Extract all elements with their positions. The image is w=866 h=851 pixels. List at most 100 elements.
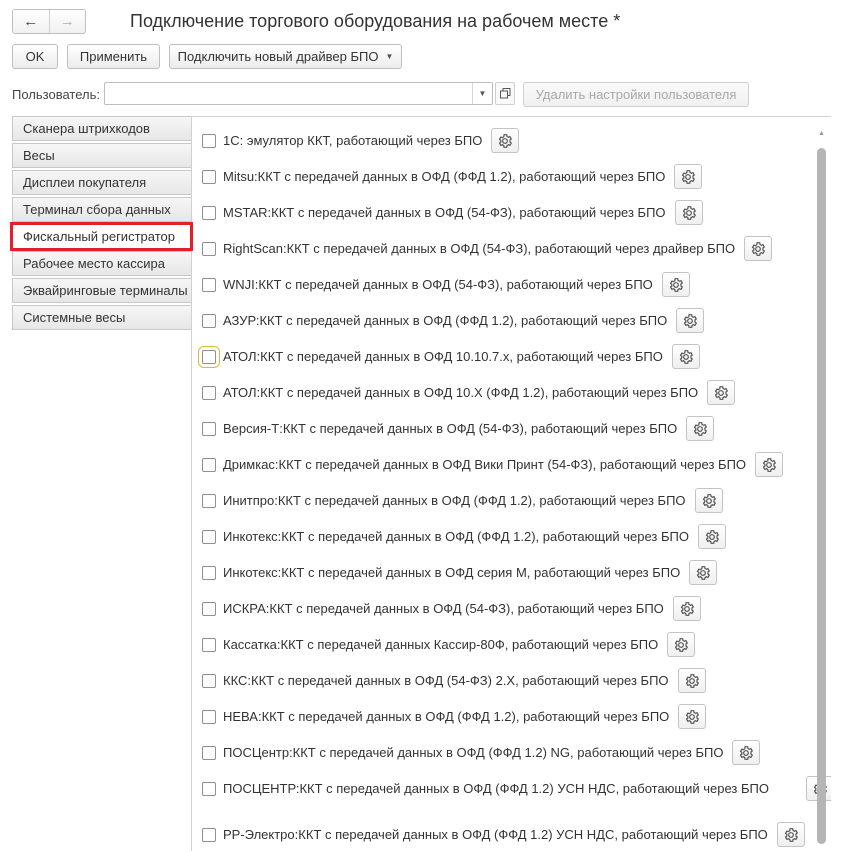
tab-item[interactable]: Эквайринговые терминалы — [12, 278, 191, 303]
driver-label[interactable]: Дримкас:ККТ с передачей данных в ОФД Вик… — [223, 457, 746, 473]
driver-label[interactable]: ПОСЦЕНТР:ККТ с передачей данных в ОФД (Ф… — [223, 781, 783, 797]
driver-label[interactable]: Инкотекс:ККТ с передачей данных в ОФД (Ф… — [223, 529, 689, 545]
driver-checkbox[interactable] — [198, 346, 220, 368]
driver-label[interactable]: АТОЛ:ККТ с передачей данных в ОФД 10.10.… — [223, 349, 663, 365]
driver-checkbox[interactable] — [202, 674, 216, 688]
driver-checkbox[interactable] — [202, 314, 216, 328]
gear-icon — [497, 133, 513, 149]
tab-item[interactable]: Сканера штрихкодов — [12, 116, 191, 141]
driver-checkbox[interactable] — [202, 386, 216, 400]
page-title: Подключение торгового оборудования на ра… — [130, 11, 621, 31]
tab-item[interactable]: Весы — [12, 143, 191, 168]
driver-settings-button[interactable] — [674, 200, 703, 225]
driver-checkbox[interactable] — [202, 566, 216, 580]
driver-label[interactable]: НЕВА:ККТ с передачей данных в ОФД (ФФД 1… — [223, 709, 669, 725]
gear-icon — [783, 827, 799, 843]
tab-item[interactable]: Фискальный регистратор — [10, 222, 193, 251]
list-item: Инкотекс:ККТ с передачей данных в ОФД се… — [202, 560, 718, 585]
tab-item[interactable]: Терминал сбора данных — [12, 197, 191, 222]
gear-icon — [684, 673, 700, 689]
driver-settings-button[interactable] — [676, 308, 705, 333]
list-item: WNJI:ККТ с передачей данных в ОФД (54-ФЗ… — [202, 272, 690, 297]
driver-label[interactable]: ККС:ККТ с передачей данных в ОФД (54-ФЗ)… — [223, 673, 669, 689]
connect-new-driver-button[interactable]: Подключить новый драйвер БПО ▼ — [169, 44, 402, 69]
driver-checkbox[interactable] — [202, 602, 216, 616]
user-dropdown-button[interactable]: ▼ — [472, 83, 492, 104]
driver-settings-button[interactable] — [671, 344, 700, 369]
connect-new-driver-label: Подключить новый драйвер БПО — [177, 49, 379, 64]
driver-settings-button[interactable] — [732, 740, 761, 765]
driver-checkbox[interactable] — [202, 458, 216, 472]
tab-item[interactable]: Системные весы — [12, 305, 191, 330]
list-item: 1С: эмулятор ККТ, работающий через БПО — [202, 128, 520, 153]
delete-user-settings-button[interactable]: Удалить настройки пользователя — [523, 82, 749, 107]
driver-label[interactable]: WNJI:ККТ с передачей данных в ОФД (54-ФЗ… — [223, 277, 653, 293]
chevron-down-icon: ▼ — [478, 89, 487, 98]
user-label: Пользователь: — [12, 87, 100, 102]
driver-checkbox[interactable] — [202, 422, 216, 436]
driver-settings-button[interactable] — [674, 164, 703, 189]
driver-checkbox[interactable] — [202, 638, 216, 652]
driver-settings-button[interactable] — [686, 416, 715, 441]
tab-item[interactable]: Дисплеи покупателя — [12, 170, 191, 195]
driver-settings-button[interactable] — [491, 128, 520, 153]
driver-label[interactable]: ПОСЦентр:ККТ с передачей данных в ОФД (Ф… — [223, 745, 723, 761]
apply-button[interactable]: Применить — [67, 44, 160, 69]
driver-label[interactable]: Версия-Т:ККТ с передачей данных в ОФД (5… — [223, 421, 677, 437]
driver-settings-button[interactable] — [694, 488, 723, 513]
driver-checkbox[interactable] — [202, 170, 216, 184]
driver-settings-button[interactable] — [744, 236, 773, 261]
list-item: Кассатка:ККТ с передачей данных Кассир-8… — [202, 632, 696, 657]
list-item: ПОСЦентр:ККТ с передачей данных в ОФД (Ф… — [202, 740, 761, 765]
driver-settings-button[interactable] — [661, 272, 690, 297]
driver-checkbox[interactable] — [202, 710, 216, 724]
back-button[interactable]: ← — [13, 10, 50, 33]
driver-label[interactable]: Mitsu:ККТ с передачей данных в ОФД (ФФД … — [223, 169, 665, 185]
driver-checkbox[interactable] — [202, 494, 216, 508]
list-item: ККС:ККТ с передачей данных в ОФД (54-ФЗ)… — [202, 668, 706, 693]
driver-checkbox[interactable] — [202, 206, 216, 220]
driver-label[interactable]: PP-Электро:ККТ с передачей данных в ОФД … — [223, 827, 768, 843]
driver-label[interactable]: АЗУР:ККТ с передачей данных в ОФД (ФФД 1… — [223, 313, 667, 329]
forward-button[interactable]: → — [50, 10, 86, 33]
driver-settings-button[interactable] — [697, 524, 726, 549]
tab-item[interactable]: Рабочее место кассира — [12, 251, 191, 276]
equipment-type-tabs: Сканера штрихкодов Весы Дисплеи покупателя… — [10, 116, 193, 332]
gear-icon — [761, 457, 777, 473]
driver-settings-button[interactable] — [667, 632, 696, 657]
driver-label[interactable]: ИСКРА:ККТ с передачей данных в ОФД (54-Ф… — [223, 601, 664, 617]
driver-checkbox[interactable] — [202, 828, 216, 842]
list-item: Mitsu:ККТ с передачей данных в ОФД (ФФД … — [202, 164, 703, 189]
driver-label[interactable]: RightScan:ККТ с передачей данных в ОФД (… — [223, 241, 735, 257]
driver-settings-button[interactable] — [672, 596, 701, 621]
gear-icon — [678, 349, 694, 365]
gear-icon — [750, 241, 766, 257]
ok-button[interactable]: OK — [12, 44, 58, 69]
list-item: Версия-Т:ККТ с передачей данных в ОФД (5… — [202, 416, 715, 441]
driver-settings-button[interactable] — [755, 452, 784, 477]
driver-checkbox[interactable] — [202, 242, 216, 256]
list-item: MSTAR:ККТ с передачей данных в ОФД (54-Ф… — [202, 200, 703, 225]
scroll-up-icon[interactable]: ▲ — [817, 130, 826, 137]
driver-settings-button[interactable] — [678, 704, 707, 729]
driver-list: 1С: эмулятор ККТ, работающий через БПО Mi… — [191, 116, 831, 851]
user-open-button[interactable] — [495, 82, 515, 105]
vertical-scrollbar[interactable]: ▲ — [817, 130, 826, 851]
driver-checkbox[interactable] — [202, 746, 216, 760]
driver-label[interactable]: MSTAR:ККТ с передачей данных в ОФД (54-Ф… — [223, 205, 666, 221]
driver-checkbox[interactable] — [202, 782, 216, 796]
driver-checkbox[interactable] — [202, 278, 216, 292]
driver-label[interactable]: 1С: эмулятор ККТ, работающий через БПО — [223, 133, 482, 149]
driver-checkbox[interactable] — [202, 530, 216, 544]
driver-label[interactable]: Инитпро:ККТ с передачей данных в ОФД (ФФ… — [223, 493, 686, 509]
driver-label[interactable]: Инкотекс:ККТ с передачей данных в ОФД се… — [223, 565, 680, 581]
driver-label[interactable]: Кассатка:ККТ с передачей данных Кассир-8… — [223, 637, 658, 653]
driver-settings-button[interactable] — [677, 668, 706, 693]
driver-settings-button[interactable] — [707, 380, 736, 405]
driver-checkbox[interactable] — [202, 134, 216, 148]
driver-settings-button[interactable] — [689, 560, 718, 585]
user-input[interactable]: ▼ — [104, 82, 493, 105]
driver-label[interactable]: АТОЛ:ККТ с передачей данных в ОФД 10.X (… — [223, 385, 698, 401]
scrollbar-thumb[interactable] — [817, 148, 826, 844]
driver-settings-button[interactable] — [776, 822, 805, 847]
